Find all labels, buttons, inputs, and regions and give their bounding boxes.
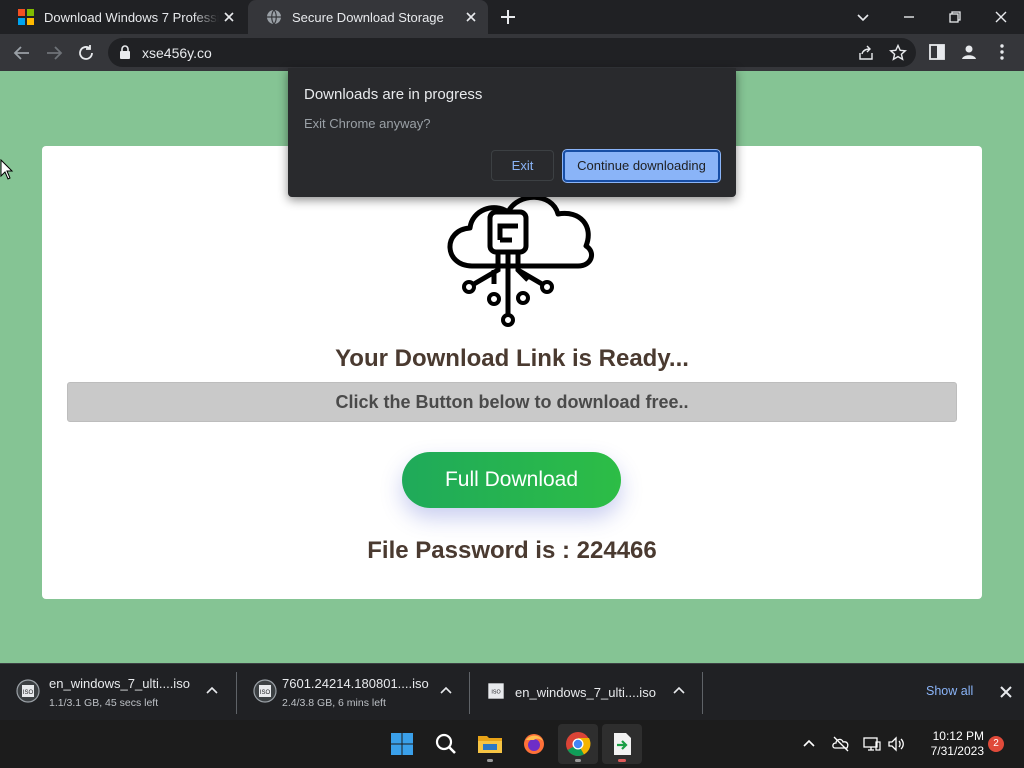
- address-bar[interactable]: xse456y.co: [108, 38, 916, 67]
- windows-taskbar: 10:12 PM 7/31/2023 2: [0, 720, 1024, 768]
- clock-date: 7/31/2023: [930, 744, 984, 758]
- tab-title: Download Windows 7 Professional: [44, 9, 219, 25]
- taskbar-search[interactable]: [426, 724, 466, 764]
- close-shelf-icon[interactable]: [998, 684, 1014, 700]
- page-headline: Your Download Link is Ready...: [335, 345, 689, 372]
- full-download-button[interactable]: Full Download: [402, 452, 621, 508]
- download-card: Your Download Link is Ready... Click the…: [42, 146, 982, 599]
- svg-text:ISO: ISO: [491, 689, 500, 695]
- bookmark-star-icon[interactable]: [888, 43, 908, 63]
- installer-icon: [614, 733, 631, 755]
- globe-icon: [267, 9, 281, 25]
- windows-start-icon: [391, 733, 413, 755]
- file-password-text: File Password is : 224466: [367, 537, 657, 564]
- clock-time: 10:12 PM: [932, 729, 984, 743]
- folder-icon: [478, 736, 502, 753]
- minimize-icon[interactable]: [897, 5, 921, 29]
- close-window-icon[interactable]: [989, 5, 1013, 29]
- taskbar-firefox[interactable]: [514, 724, 554, 764]
- svg-text:ISO: ISO: [23, 690, 34, 696]
- taskbar-file-explorer[interactable]: [470, 724, 510, 764]
- dialog-title: Downloads are in progress: [304, 86, 483, 103]
- start-button[interactable]: [382, 724, 422, 764]
- running-indicator: [575, 759, 581, 762]
- chevron-up-icon[interactable]: [439, 684, 453, 698]
- system-clock[interactable]: 10:12 PM 7/31/2023: [914, 729, 984, 759]
- network-icon[interactable]: [862, 734, 882, 754]
- svg-text:ISO: ISO: [260, 690, 271, 696]
- download-status: 2.4/3.8 GB, 6 mins left: [282, 697, 386, 709]
- search-icon: [435, 733, 456, 754]
- chevron-up-icon[interactable]: [205, 684, 219, 698]
- shelf-divider: [702, 672, 703, 714]
- firefox-icon: [524, 734, 544, 754]
- lock-icon[interactable]: [118, 45, 132, 60]
- browser-toolbar: xse456y.co: [0, 34, 1024, 71]
- download-shelf: ISO en_windows_7_ulti....iso 1.1/3.1 GB,…: [0, 663, 1024, 720]
- instruction-bar: Click the Button below to download free.…: [67, 382, 957, 422]
- exit-button[interactable]: Exit: [491, 150, 554, 181]
- cloud-chip-icon: [447, 194, 595, 327]
- running-indicator: [618, 759, 626, 762]
- chevron-up-icon[interactable]: [672, 684, 686, 698]
- iso-file-icon: ISO: [253, 679, 277, 703]
- profile-icon[interactable]: [959, 42, 979, 62]
- iso-file-icon: ISO: [16, 679, 40, 703]
- side-panel-icon[interactable]: [927, 42, 947, 62]
- tab-search-chevron-icon[interactable]: [851, 5, 875, 29]
- download-item[interactable]: ISO en_windows_7_ulti....iso 1.1/3.1 GB,…: [0, 664, 236, 721]
- mouse-cursor-icon: [0, 159, 14, 180]
- new-tab-icon[interactable]: [498, 7, 518, 27]
- running-indicator: [487, 759, 493, 762]
- tab-download-windows-7[interactable]: Download Windows 7 Professional: [0, 0, 246, 34]
- download-filename: en_windows_7_ulti....iso: [49, 676, 190, 691]
- back-icon[interactable]: [11, 42, 33, 64]
- close-tab-icon[interactable]: [220, 8, 238, 26]
- menu-kebab-icon[interactable]: [992, 42, 1012, 62]
- dialog-message: Exit Chrome anyway?: [304, 116, 431, 131]
- taskbar-chrome[interactable]: [558, 724, 598, 764]
- downloads-in-progress-dialog: Downloads are in progress Exit Chrome an…: [288, 68, 736, 197]
- iso-file-icon: ISO: [488, 683, 504, 699]
- notification-badge[interactable]: 2: [988, 736, 1004, 752]
- share-icon[interactable]: [856, 43, 876, 63]
- url-text: xse456y.co: [142, 45, 212, 61]
- continue-downloading-button[interactable]: Continue downloading: [562, 149, 721, 183]
- close-tab-icon[interactable]: [462, 8, 480, 26]
- tab-title: Secure Download Storage: [292, 9, 444, 25]
- download-filename: en_windows_7_ulti....iso: [515, 685, 656, 700]
- volume-icon[interactable]: [886, 734, 906, 754]
- download-item[interactable]: ISO 7601.24214.180801....iso 2.4/3.8 GB,…: [237, 664, 469, 721]
- download-filename: 7601.24214.180801....iso: [282, 676, 429, 691]
- onedrive-cloud-icon[interactable]: [831, 734, 851, 754]
- download-item[interactable]: ISO en_windows_7_ulti....iso: [470, 664, 702, 721]
- reload-icon[interactable]: [75, 42, 97, 64]
- tab-secure-download-storage[interactable]: Secure Download Storage: [248, 0, 488, 34]
- download-status: 1.1/3.1 GB, 45 secs left: [49, 697, 159, 709]
- windows-logo-icon: [18, 9, 34, 25]
- show-all-link[interactable]: Show all: [926, 684, 973, 698]
- chrome-icon: [566, 732, 591, 757]
- restore-icon[interactable]: [943, 5, 967, 29]
- tab-strip: Download Windows 7 Professional Secure D…: [0, 0, 1024, 34]
- taskbar-installer[interactable]: [602, 724, 642, 764]
- chevron-up-icon[interactable]: [799, 734, 819, 754]
- forward-icon[interactable]: [43, 42, 65, 64]
